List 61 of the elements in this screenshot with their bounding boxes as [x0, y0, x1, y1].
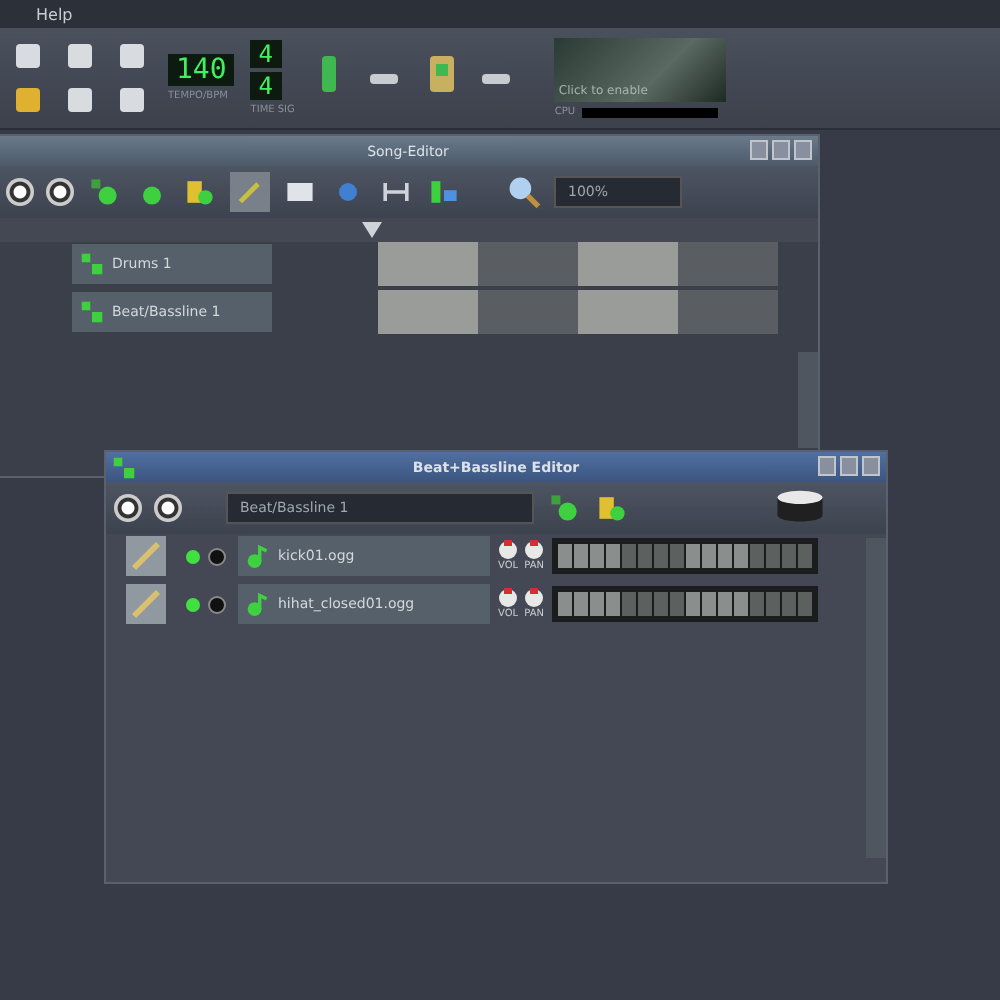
app-icon — [112, 455, 136, 479]
stop-button[interactable] — [154, 494, 182, 522]
step-button[interactable] — [734, 592, 749, 616]
step-button[interactable] — [558, 544, 573, 568]
step-button[interactable] — [782, 544, 797, 568]
time-sig-display[interactable]: 4 — [250, 40, 282, 68]
step-button[interactable] — [734, 544, 749, 568]
step-button[interactable] — [718, 592, 733, 616]
step-button[interactable] — [622, 592, 637, 616]
sample-icon — [246, 592, 270, 616]
step-button[interactable] — [670, 544, 685, 568]
track-icon — [80, 252, 104, 276]
step-button[interactable] — [574, 544, 589, 568]
add-track-icon[interactable] — [86, 174, 122, 210]
step-button[interactable] — [798, 592, 813, 616]
step-button[interactable] — [654, 592, 669, 616]
step-button[interactable] — [750, 592, 765, 616]
pan-knob[interactable] — [524, 588, 545, 608]
step-button[interactable] — [782, 592, 797, 616]
step-button[interactable] — [654, 544, 669, 568]
pencil-icon — [234, 176, 266, 208]
step-button[interactable] — [590, 592, 605, 616]
solo-button[interactable] — [208, 547, 226, 565]
step-button[interactable] — [686, 544, 701, 568]
step-button[interactable] — [638, 592, 653, 616]
step-button[interactable] — [622, 544, 637, 568]
step-button[interactable] — [574, 592, 589, 616]
step-button[interactable] — [766, 592, 781, 616]
step-button[interactable] — [686, 592, 701, 616]
step-button[interactable] — [766, 544, 781, 568]
scrollbar[interactable] — [866, 538, 886, 858]
play-button[interactable] — [6, 178, 34, 206]
mute-led[interactable] — [186, 597, 200, 611]
position-marker[interactable] — [362, 222, 382, 238]
scrollbar[interactable] — [798, 352, 818, 448]
menu-item[interactable]: Help — [36, 5, 73, 23]
step-button[interactable] — [798, 544, 813, 568]
sample-icon — [246, 544, 270, 568]
step-button[interactable] — [702, 592, 717, 616]
step-button[interactable] — [718, 544, 733, 568]
add-pattern-icon[interactable] — [546, 490, 582, 526]
solo-button[interactable] — [208, 595, 226, 613]
mute-led[interactable] — [186, 549, 200, 563]
step-button[interactable] — [590, 544, 605, 568]
volume-knob[interactable] — [498, 540, 519, 560]
play-button[interactable] — [114, 494, 142, 522]
time-sig-display[interactable]: 4 — [250, 72, 282, 100]
track-icon — [80, 300, 104, 324]
zoom-icon[interactable] — [506, 174, 542, 210]
step-button[interactable] — [606, 544, 621, 568]
step-button[interactable] — [638, 544, 653, 568]
step-button[interactable] — [750, 544, 765, 568]
tempo-display[interactable]: 140 — [168, 54, 235, 86]
volume-knob[interactable] — [498, 588, 519, 608]
cpu-meter — [581, 107, 718, 117]
step-button[interactable] — [558, 592, 573, 616]
step-button[interactable] — [702, 544, 717, 568]
step-button[interactable] — [670, 592, 685, 616]
pan-knob[interactable] — [524, 540, 545, 560]
stop-button[interactable] — [46, 178, 74, 206]
step-button[interactable] — [606, 592, 621, 616]
